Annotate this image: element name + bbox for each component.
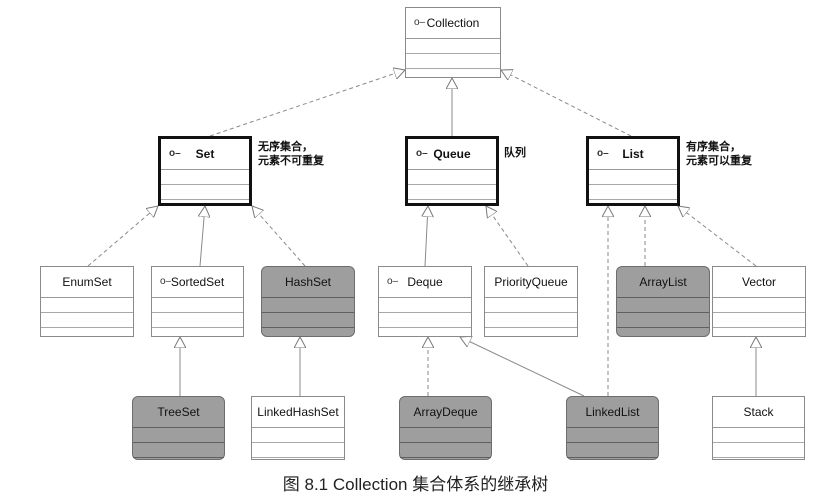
set-note: 无序集合， 元素不可重复 — [258, 141, 324, 167]
arraydeque-label: ArrayDeque — [413, 405, 478, 419]
deque-interface[interactable]: o– Deque — [378, 266, 472, 337]
set-to-collection-edge — [209, 70, 405, 137]
queue-label: Queue — [433, 147, 471, 161]
enumset-class[interactable]: EnumSet — [40, 266, 134, 337]
figure-caption: 图 8.1 Collection 集合体系的继承树 — [282, 475, 549, 494]
hashset-to-set-edge — [252, 206, 306, 267]
list-interface[interactable]: o– List — [586, 136, 680, 206]
enumset-label: EnumSet — [62, 275, 112, 289]
priorityqueue-label: PriorityQueue — [494, 275, 568, 289]
set-label: Set — [195, 147, 215, 161]
arraydeque-class[interactable]: ArrayDeque — [399, 396, 492, 460]
queue-interface[interactable]: o– Queue — [405, 136, 499, 206]
enumset-to-set-edge — [87, 206, 158, 267]
linkedhashset-class[interactable]: LinkedHashSet — [251, 396, 345, 460]
sortedset-to-set-edge — [200, 206, 205, 267]
linkedlist-to-deque-edge — [460, 337, 585, 397]
arraylist-label: ArrayList — [639, 275, 687, 289]
interface-icon: o– — [160, 276, 172, 287]
linkedhashset-label: LinkedHashSet — [257, 405, 339, 419]
priorityqueue-class[interactable]: PriorityQueue — [484, 266, 578, 337]
collection-label: Collection — [426, 16, 480, 30]
interface-icon: o– — [597, 148, 609, 159]
interface-icon: o– — [169, 148, 181, 159]
arraylist-class[interactable]: ArrayList — [616, 266, 710, 337]
vector-to-list-edge — [678, 206, 757, 267]
stack-label: Stack — [743, 405, 774, 419]
interface-icon: o– — [414, 17, 426, 28]
sortedset-label: SortedSet — [170, 275, 225, 289]
deque-label: Deque — [407, 275, 443, 289]
linkedlist-label: LinkedList — [585, 405, 640, 419]
treeset-label: TreeSet — [157, 405, 200, 419]
interface-icon: o– — [387, 276, 399, 287]
collection-interface[interactable]: o– Collection — [405, 7, 501, 78]
edges — [87, 70, 757, 397]
sortedset-interface[interactable]: o– SortedSet — [151, 266, 244, 337]
interface-icon: o– — [416, 148, 428, 159]
queue-note: 队列 — [504, 147, 526, 159]
deque-to-queue-edge — [425, 206, 428, 267]
stack-class[interactable]: Stack — [712, 396, 805, 460]
list-note: 有序集合， 元素可以重复 — [686, 141, 752, 167]
vector-class[interactable]: Vector — [712, 266, 806, 337]
set-interface[interactable]: o– Set — [158, 136, 252, 206]
hashset-class[interactable]: HashSet — [261, 266, 355, 337]
treeset-class[interactable]: TreeSet — [132, 396, 225, 460]
vector-label: Vector — [741, 275, 777, 289]
priorityqueue-to-queue-edge — [486, 206, 529, 267]
hashset-label: HashSet — [284, 275, 332, 289]
list-label: List — [622, 147, 644, 161]
linkedlist-class[interactable]: LinkedList — [566, 396, 659, 460]
list-to-collection-edge — [501, 70, 632, 137]
